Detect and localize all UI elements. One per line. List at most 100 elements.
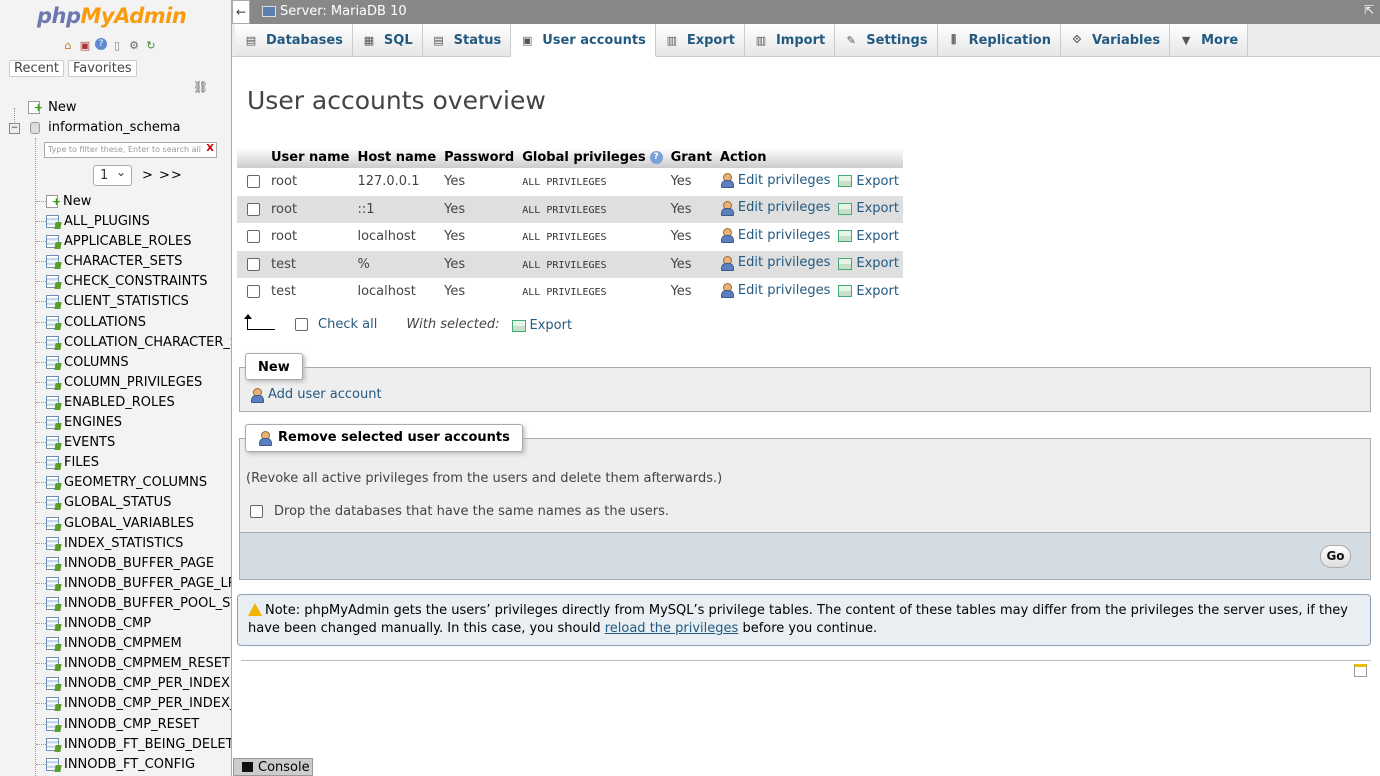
row-select-cell <box>237 250 267 278</box>
tree-item-table[interactable]: INNODB_CMP_PER_INDEX_ <box>36 694 231 714</box>
tree-item-table[interactable]: INNODB_CMP_PER_INDEX <box>36 674 230 694</box>
drop-databases-checkbox[interactable] <box>250 505 263 518</box>
reload-icon[interactable]: ↻ <box>144 38 158 52</box>
password-cell: Yes <box>440 250 519 278</box>
host-name-cell: ::1 <box>353 195 441 223</box>
tree-item-new-db[interactable]: New <box>28 98 77 118</box>
tree-item-table[interactable]: INDEX_STATISTICS <box>36 534 183 554</box>
global-privileges-cell: ALL PRIVILEGES <box>518 250 667 278</box>
tree-item-table[interactable]: INNODB_CMPMEM <box>36 634 182 654</box>
reload-privileges-link[interactable]: reload the privileges <box>605 621 739 636</box>
row-checkbox[interactable] <box>247 285 260 299</box>
table-icon <box>46 717 59 731</box>
edit-privileges-link[interactable]: Edit privileges <box>720 255 830 271</box>
tree-item-table[interactable]: INNODB_FT_BEING_DELET <box>36 735 231 755</box>
user-name-cell: test <box>267 250 354 278</box>
tree-item-table[interactable]: INNODB_BUFFER_PAGE_LR <box>36 574 231 594</box>
row-checkbox[interactable] <box>247 257 260 271</box>
tree-item-table[interactable]: CLIENT_STATISTICS <box>36 292 189 312</box>
phpmyadmin-logo[interactable]: phpMyAdmin <box>37 4 187 28</box>
check-all-checkbox[interactable] <box>295 318 308 331</box>
row-checkbox[interactable] <box>247 175 260 189</box>
tree-item-table[interactable]: INNODB_CMPMEM_RESET <box>36 654 230 674</box>
tab-export[interactable]: ▥ Export <box>655 24 745 56</box>
column-header[interactable]: Grant <box>666 148 716 168</box>
tree-item-table[interactable]: ALL_PLUGINS <box>36 212 150 232</box>
export-user-link[interactable]: Export <box>838 229 899 244</box>
tree-item-table[interactable]: GLOBAL_STATUS <box>36 493 171 513</box>
tree-item-table[interactable]: ENABLED_ROLES <box>36 393 175 413</box>
tree-item-table[interactable]: INNODB_CMP <box>36 614 151 634</box>
row-checkbox[interactable] <box>247 230 260 244</box>
global-privileges-cell: ALL PRIVILEGES <box>518 278 667 306</box>
back-arrow-icon[interactable]: ← <box>232 0 250 24</box>
tree-item-table[interactable]: EVENTS <box>36 433 115 453</box>
link-icon[interactable]: ⛓ <box>193 80 208 94</box>
logout-icon[interactable]: ▣ <box>78 38 92 52</box>
console-toggle[interactable]: Console <box>233 758 313 776</box>
row-checkbox[interactable] <box>247 202 260 216</box>
export-user-link[interactable]: Export <box>838 284 899 299</box>
tree-item-information-schema[interactable]: information_schema <box>30 118 180 138</box>
tab-status[interactable]: ▤ Status <box>422 24 512 56</box>
collapse-icon[interactable]: − <box>9 123 20 134</box>
table-filter-input[interactable]: Type to filter these, Enter to search al… <box>44 142 217 158</box>
check-all-link[interactable]: Check all <box>318 317 377 332</box>
tree-item-table[interactable]: APPLICABLE_ROLES <box>36 232 191 252</box>
tree-connector <box>36 401 46 403</box>
column-header[interactable]: User name <box>267 148 354 168</box>
tree-item-table[interactable]: GEOMETRY_COLUMNS <box>36 473 207 493</box>
tab-import[interactable]: ▥ Import <box>744 24 836 56</box>
tree-item-table[interactable]: CHARACTER_SETS <box>36 252 182 272</box>
tab-databases[interactable]: ▤ Databases <box>235 24 353 56</box>
tree-item-table[interactable]: INNODB_CMP_RESET <box>36 715 199 735</box>
tree-item-table[interactable]: COLLATIONS <box>36 313 146 333</box>
tab-replication[interactable]: ⫼ Replication <box>937 24 1061 56</box>
tab-variables[interactable]: ⟐ Variables <box>1060 24 1171 56</box>
print-view-icon[interactable] <box>1354 664 1367 677</box>
tab-user-accounts[interactable]: ▣ User accounts <box>511 24 656 57</box>
tree-item-table[interactable]: GLOBAL_VARIABLES <box>36 514 194 534</box>
docs-icon[interactable]: ▯ <box>110 38 124 52</box>
tree-item-table[interactable]: ENGINES <box>36 413 122 433</box>
with-selected-export-button[interactable]: Export <box>511 318 572 333</box>
tree-item-new-table[interactable]: New <box>36 192 91 212</box>
tab-settings[interactable]: ✎ Settings <box>835 24 938 56</box>
tree-item-table[interactable]: FILES <box>36 453 99 473</box>
maximize-icon[interactable]: ⇱ <box>1364 3 1374 17</box>
tab-sql[interactable]: ▦ SQL <box>352 24 423 56</box>
tree-item-table[interactable]: COLLATION_CHARACTER_S <box>36 333 231 353</box>
recent-button[interactable]: Recent <box>9 60 64 77</box>
export-icon <box>511 319 526 332</box>
clear-filter-icon[interactable]: X <box>206 144 214 154</box>
tree-item-table[interactable]: COLUMNS <box>36 353 129 373</box>
export-user-link[interactable]: Export <box>838 174 899 189</box>
tree-item-table[interactable]: INNODB_BUFFER_PAGE <box>36 554 214 574</box>
edit-privileges-link[interactable]: Edit privileges <box>720 200 830 216</box>
edit-privileges-link[interactable]: Edit privileges <box>720 283 830 298</box>
edit-privileges-link[interactable]: Edit privileges <box>720 228 830 243</box>
tree-item-table[interactable]: INNODB_BUFFER_POOL_ST <box>36 594 231 614</box>
tree-item-table[interactable]: COLUMN_PRIVILEGES <box>36 373 202 393</box>
breadcrumb-server[interactable]: Server: MariaDB 10 <box>280 4 407 19</box>
tree-item-label: APPLICABLE_ROLES <box>64 234 192 250</box>
help-icon[interactable]: ? <box>95 38 107 50</box>
tree-item-table[interactable]: CHECK_CONSTRAINTS <box>36 272 208 292</box>
export-user-link[interactable]: Export <box>838 201 899 216</box>
tab-more[interactable]: ▼ More <box>1170 24 1249 56</box>
column-header[interactable]: Host name <box>353 148 441 168</box>
column-header[interactable]: Password <box>440 148 519 168</box>
add-user-account-link[interactable]: Add user account <box>250 387 382 403</box>
favorites-button[interactable]: Favorites <box>67 60 137 77</box>
export-user-link[interactable]: Export <box>838 256 899 271</box>
tree-item-label: INNODB_CMP_PER_INDEX <box>64 676 230 692</box>
next-page-link[interactable]: > >> <box>142 168 183 183</box>
settings-icon[interactable]: ⚙ <box>127 38 141 52</box>
edit-privileges-link[interactable]: Edit privileges <box>720 173 830 188</box>
table-icon <box>46 255 59 269</box>
go-button[interactable]: Go <box>1320 545 1351 568</box>
page-select[interactable]: 1 <box>93 163 132 186</box>
home-icon[interactable]: ⌂ <box>61 38 75 52</box>
help-icon[interactable]: ? <box>649 151 663 164</box>
tree-item-table[interactable]: INNODB_FT_CONFIG <box>36 755 195 775</box>
